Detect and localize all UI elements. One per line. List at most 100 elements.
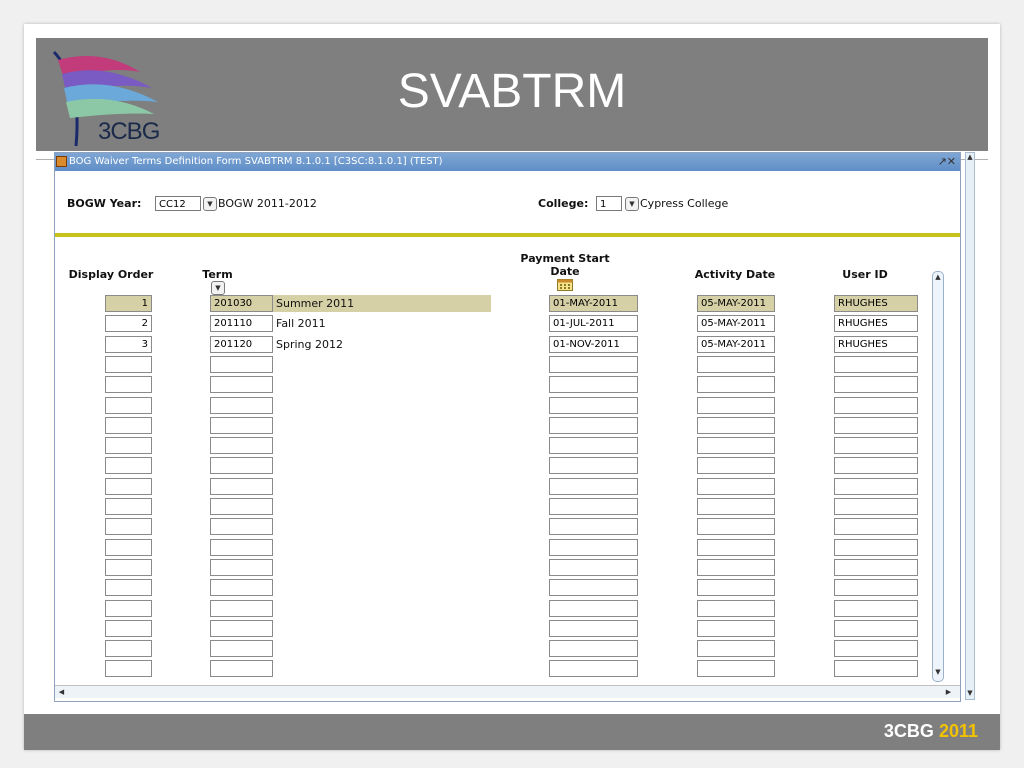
activity-date-cell[interactable]: 05-MAY-2011 xyxy=(697,336,775,353)
activity-date-cell[interactable] xyxy=(697,457,775,474)
display-order-cell[interactable] xyxy=(105,518,152,535)
display-order-cell[interactable] xyxy=(105,600,152,617)
display-order-cell[interactable] xyxy=(105,417,152,434)
payment-start-cell[interactable]: 01-NOV-2011 xyxy=(549,336,638,353)
payment-start-cell[interactable] xyxy=(549,356,638,373)
activity-date-cell[interactable] xyxy=(697,579,775,596)
user-id-cell[interactable] xyxy=(834,397,918,414)
display-order-cell[interactable] xyxy=(105,640,152,657)
display-order-cell[interactable] xyxy=(105,478,152,495)
scroll-down-icon[interactable]: ▼ xyxy=(933,668,943,680)
activity-date-cell[interactable] xyxy=(697,620,775,637)
term-cell[interactable] xyxy=(210,640,273,657)
activity-date-cell[interactable] xyxy=(697,376,775,393)
user-id-cell[interactable] xyxy=(834,437,918,454)
payment-start-cell[interactable] xyxy=(549,417,638,434)
display-order-cell[interactable] xyxy=(105,559,152,576)
term-cell[interactable]: 201110 xyxy=(210,315,273,332)
activity-date-cell[interactable] xyxy=(697,660,775,677)
activity-date-cell[interactable] xyxy=(697,600,775,617)
term-dropdown-arrow-icon[interactable]: ▼ xyxy=(211,281,225,295)
display-order-cell[interactable]: 2 xyxy=(105,315,152,332)
term-cell[interactable] xyxy=(210,539,273,556)
bogw-year-dropdown-icon[interactable]: ▼ xyxy=(203,197,217,211)
outer-scroll-down-icon[interactable]: ▼ xyxy=(966,689,974,699)
window-controls[interactable]: ↗✕ xyxy=(938,153,956,171)
term-cell[interactable] xyxy=(210,457,273,474)
term-cell[interactable] xyxy=(210,417,273,434)
scroll-left-icon[interactable]: ◀ xyxy=(56,686,67,698)
user-id-cell[interactable]: RHUGHES xyxy=(834,336,918,353)
term-cell[interactable] xyxy=(210,478,273,495)
display-order-cell[interactable] xyxy=(105,437,152,454)
user-id-cell[interactable] xyxy=(834,620,918,637)
display-order-cell[interactable]: 1 xyxy=(105,295,152,312)
college-dropdown-icon[interactable]: ▼ xyxy=(625,197,639,211)
activity-date-cell[interactable] xyxy=(697,559,775,576)
term-cell[interactable]: 201030 xyxy=(210,295,273,312)
activity-date-cell[interactable] xyxy=(697,640,775,657)
payment-start-cell[interactable] xyxy=(549,600,638,617)
display-order-cell[interactable] xyxy=(105,356,152,373)
user-id-cell[interactable]: RHUGHES xyxy=(834,295,918,312)
payment-start-cell[interactable] xyxy=(549,397,638,414)
payment-start-cell[interactable] xyxy=(549,620,638,637)
term-cell[interactable] xyxy=(210,498,273,515)
term-cell[interactable] xyxy=(210,660,273,677)
payment-start-cell[interactable] xyxy=(549,559,638,576)
display-order-cell[interactable] xyxy=(105,660,152,677)
activity-date-cell[interactable] xyxy=(697,498,775,515)
display-order-cell[interactable]: 3 xyxy=(105,336,152,353)
grid-vertical-scrollbar[interactable]: ▲ ▼ xyxy=(932,271,944,682)
payment-start-cell[interactable]: 01-MAY-2011 xyxy=(549,295,638,312)
payment-start-cell[interactable] xyxy=(549,640,638,657)
activity-date-cell[interactable] xyxy=(697,417,775,434)
payment-start-cell[interactable] xyxy=(549,579,638,596)
display-order-cell[interactable] xyxy=(105,457,152,474)
term-cell[interactable] xyxy=(210,437,273,454)
user-id-cell[interactable] xyxy=(834,579,918,596)
activity-date-cell[interactable] xyxy=(697,437,775,454)
college-field[interactable]: 1 xyxy=(596,196,622,211)
term-cell[interactable] xyxy=(210,376,273,393)
user-id-cell[interactable] xyxy=(834,559,918,576)
activity-date-cell[interactable] xyxy=(697,356,775,373)
calendar-icon[interactable] xyxy=(557,279,573,291)
activity-date-cell[interactable]: 05-MAY-2011 xyxy=(697,315,775,332)
term-cell[interactable] xyxy=(210,600,273,617)
payment-start-cell[interactable] xyxy=(549,457,638,474)
user-id-cell[interactable] xyxy=(834,640,918,657)
user-id-cell[interactable]: RHUGHES xyxy=(834,315,918,332)
activity-date-cell[interactable] xyxy=(697,397,775,414)
activity-date-cell[interactable] xyxy=(697,539,775,556)
window-vertical-scrollbar[interactable]: ▲ ▼ xyxy=(965,152,975,700)
user-id-cell[interactable] xyxy=(834,600,918,617)
scroll-up-icon[interactable]: ▲ xyxy=(933,273,943,285)
user-id-cell[interactable] xyxy=(834,498,918,515)
payment-start-cell[interactable] xyxy=(549,518,638,535)
user-id-cell[interactable] xyxy=(834,478,918,495)
scroll-right-icon[interactable]: ▶ xyxy=(943,686,954,698)
user-id-cell[interactable] xyxy=(834,457,918,474)
user-id-cell[interactable] xyxy=(834,417,918,434)
activity-date-cell[interactable] xyxy=(697,478,775,495)
payment-start-cell[interactable]: 01-JUL-2011 xyxy=(549,315,638,332)
user-id-cell[interactable] xyxy=(834,660,918,677)
outer-scroll-up-icon[interactable]: ▲ xyxy=(966,153,974,163)
user-id-cell[interactable] xyxy=(834,539,918,556)
display-order-cell[interactable] xyxy=(105,539,152,556)
term-cell[interactable] xyxy=(210,518,273,535)
payment-start-cell[interactable] xyxy=(549,498,638,515)
payment-start-cell[interactable] xyxy=(549,539,638,556)
term-cell[interactable] xyxy=(210,397,273,414)
term-cell[interactable]: 201120 xyxy=(210,336,273,353)
user-id-cell[interactable] xyxy=(834,356,918,373)
term-cell[interactable] xyxy=(210,559,273,576)
payment-start-cell[interactable] xyxy=(549,478,638,495)
display-order-cell[interactable] xyxy=(105,397,152,414)
user-id-cell[interactable] xyxy=(834,518,918,535)
term-cell[interactable] xyxy=(210,579,273,596)
term-cell[interactable] xyxy=(210,620,273,637)
display-order-cell[interactable] xyxy=(105,579,152,596)
user-id-cell[interactable] xyxy=(834,376,918,393)
